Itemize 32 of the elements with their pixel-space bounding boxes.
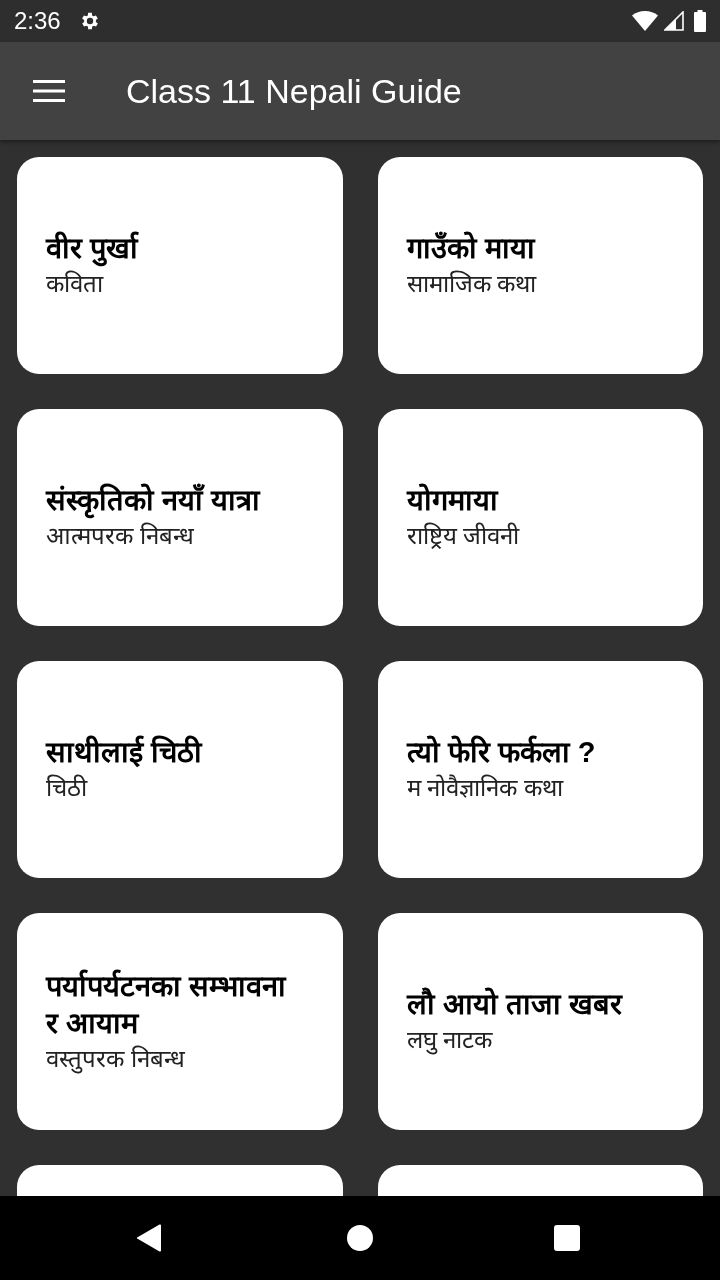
lesson-title: त्यो फेरि फर्कला ? (406, 734, 597, 770)
lesson-card[interactable]: गाउँको माया सामाजिक कथा (377, 157, 703, 374)
lesson-title: पर्यापर्यटनका सम्भावना र आयाम (46, 968, 288, 1041)
lesson-card[interactable]: पर्यापर्यटनका सम्भावना र आयाम वस्तुपरक निबन्ध (17, 913, 343, 1130)
lesson-title: साथीलाई चिठी (46, 734, 204, 770)
lesson-title: संस्कृतिको नयाँ यात्रा (46, 482, 303, 519)
battery-icon (694, 10, 706, 32)
back-icon[interactable] (137, 1224, 163, 1252)
lesson-type: कविता (46, 269, 105, 299)
home-icon[interactable] (347, 1225, 373, 1251)
status-time: 2:36 (14, 9, 61, 33)
lesson-title: गाउँको माया (406, 230, 537, 266)
lesson-title: योगमाया (406, 482, 500, 518)
lesson-card[interactable]: योगमाया राष्ट्रिय जीवनी (377, 409, 703, 626)
lesson-type: म नोवैज्ञानिक कथा (406, 773, 565, 803)
signal-icon (664, 11, 684, 31)
lesson-type: लघु नाटक (406, 1025, 494, 1057)
lesson-type: वस्तुपरक निबन्ध (46, 1043, 186, 1076)
lesson-type: चिठी (46, 773, 89, 803)
lesson-card[interactable]: साथीलाई चिठी चिठी (17, 661, 343, 878)
lesson-type: आत्मपरक निबन्ध (46, 521, 195, 551)
lesson-card[interactable]: वीर पुर्खा कविता (17, 157, 343, 374)
lesson-title: वीर पुर्खा (46, 230, 303, 267)
lesson-card[interactable]: त्यो फेरि फर्कला ? म नोवैज्ञानिक कथा (377, 661, 703, 878)
lesson-type: राष्ट्रिय जीवनी (406, 521, 521, 551)
lesson-title: लौ आयो ताजा खबर (406, 986, 624, 1022)
lesson-card[interactable]: लौ आयो ताजा खबर लघु नाटक (377, 913, 703, 1130)
wifi-icon (632, 11, 658, 31)
lesson-type: सामाजिक कथा (406, 269, 538, 299)
app-title: Class 11 Nepali Guide (126, 74, 462, 108)
lesson-card[interactable]: संस्कृतिको नयाँ यात्रा आत्मपरक निबन्ध (17, 409, 343, 626)
menu-icon[interactable] (33, 80, 65, 102)
